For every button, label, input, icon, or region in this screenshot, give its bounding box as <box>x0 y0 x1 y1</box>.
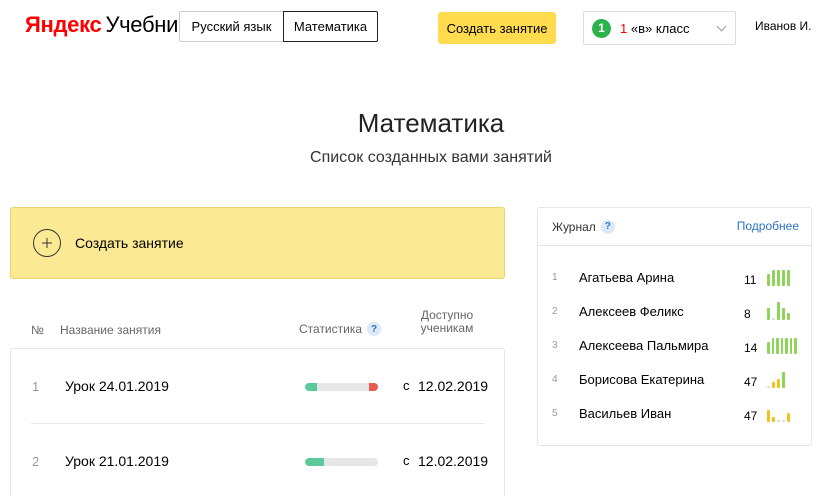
student-progress-bars <box>767 400 797 422</box>
progress-bar-mark <box>767 308 770 320</box>
lesson-row[interactable]: 1 Урок 24.01.2019 с 12.02.2019 <box>11 349 504 424</box>
column-header-stats-label: Статистика <box>299 322 363 336</box>
column-header-stats: Статистика ? <box>299 322 382 336</box>
progress-bar-mark <box>767 386 770 388</box>
plus-icon <box>33 229 61 257</box>
student-name: Борисова Екатерина <box>579 372 705 387</box>
tab-math[interactable]: Математика <box>283 11 378 42</box>
logo-brand: Яндекс <box>25 12 102 37</box>
progress-bar-mark <box>767 342 770 354</box>
page-title: Математика <box>357 108 505 138</box>
column-header-number: № <box>31 323 44 337</box>
progress-bar-mark <box>782 270 785 286</box>
logo-product: Учебник <box>105 12 188 37</box>
journal-student-row[interactable]: 2 Алексеев Феликс 8 <box>538 298 811 328</box>
student-score: 47 <box>744 375 758 389</box>
column-header-available-line2: ученикам <box>420 321 474 335</box>
student-name: Алексеев Феликс <box>579 304 684 319</box>
progress-bar-mark <box>777 270 780 286</box>
lesson-stats-bar <box>305 458 378 466</box>
student-score: 11 <box>744 273 757 287</box>
column-header-available: Доступно ученикам <box>416 309 478 335</box>
lesson-available-date: 12.02.2019 <box>418 378 489 394</box>
progress-bar-mark <box>787 270 790 286</box>
progress-bar-mark <box>772 417 775 422</box>
create-lesson-card[interactable]: Создать занятие <box>10 207 505 279</box>
progress-bar-mark <box>789 338 793 354</box>
student-name: Алексеева Пальмира <box>579 338 709 353</box>
user-name[interactable]: Иванов И. <box>755 19 812 33</box>
lesson-stats-wrong <box>369 383 378 391</box>
journal-more-link[interactable]: Подробнее <box>737 219 799 233</box>
create-lesson-button[interactable]: Создать занятие <box>438 12 556 44</box>
lesson-stats-correct <box>305 383 317 391</box>
student-progress-bars <box>767 298 797 320</box>
student-progress-bars <box>767 366 797 388</box>
lesson-stats-bar <box>305 383 378 391</box>
subject-tabs: Русский язык Математика <box>179 11 378 42</box>
student-progress-bars <box>767 332 798 354</box>
student-score: 14 <box>744 341 758 355</box>
class-letter: «в» класс <box>627 20 690 36</box>
progress-bar-mark <box>772 382 775 388</box>
lesson-number: 1 <box>32 379 40 394</box>
tab-russian[interactable]: Русский язык <box>179 11 283 42</box>
logo[interactable]: Яндекс Учебник <box>25 12 188 38</box>
progress-bar-mark <box>776 338 779 354</box>
progress-bar-mark <box>772 318 775 320</box>
help-icon[interactable]: ? <box>600 219 615 234</box>
student-number: 2 <box>552 306 558 317</box>
progress-bar-mark <box>771 338 775 354</box>
class-badge: 1 <box>592 18 611 38</box>
journal-panel: Журнал ? Подробнее 1 Агатьева Арина 11 2 Але… <box>537 207 812 446</box>
student-score: 47 <box>744 409 758 423</box>
column-header-name: Название занятия <box>60 323 161 337</box>
lesson-available-prefix: с <box>403 453 410 468</box>
student-score: 8 <box>744 307 751 321</box>
student-name: Васильев Иван <box>579 406 672 421</box>
progress-bar-mark <box>780 338 784 354</box>
progress-bar-mark <box>767 274 770 286</box>
progress-bar-mark <box>777 379 780 388</box>
progress-bar-mark <box>777 302 780 320</box>
progress-bar-mark <box>782 420 785 422</box>
student-number: 1 <box>552 272 558 283</box>
student-number: 3 <box>552 340 558 351</box>
student-name: Агатьева Арина <box>579 270 675 285</box>
journal-student-row[interactable]: 1 Агатьева Арина 11 <box>538 264 811 294</box>
journal-student-row[interactable]: 3 Алексеева Пальмира 14 <box>538 332 811 362</box>
page-subtitle: Список созданных вами занятий <box>310 149 552 166</box>
progress-bar-mark <box>794 338 798 354</box>
class-select[interactable]: 1 1 «в» класс <box>583 11 736 45</box>
lesson-name: Урок 24.01.2019 <box>65 378 169 394</box>
lesson-stats-correct <box>305 458 324 466</box>
progress-bar-mark <box>767 410 770 422</box>
lesson-number: 2 <box>32 454 40 469</box>
lesson-row[interactable]: 2 Урок 21.01.2019 с 12.02.2019 <box>11 424 504 496</box>
create-lesson-card-label: Создать занятие <box>75 235 184 251</box>
lesson-available-prefix: с <box>403 378 410 393</box>
student-number: 5 <box>552 408 558 419</box>
progress-bar-mark <box>782 308 785 320</box>
lesson-available-date: 12.02.2019 <box>418 453 489 469</box>
progress-bar-mark <box>785 338 788 354</box>
progress-bar-mark <box>782 372 785 388</box>
journal-title: Журнал <box>552 219 596 234</box>
lesson-name: Урок 21.01.2019 <box>65 453 169 469</box>
progress-bar-mark <box>787 313 790 320</box>
journal-header: Журнал ? Подробнее <box>538 208 811 246</box>
lessons-list: 1 Урок 24.01.2019 с 12.02.2019 2 Урок 21… <box>10 348 505 496</box>
journal-student-row[interactable]: 5 Васильев Иван 47 <box>538 400 811 430</box>
help-icon[interactable]: ? <box>367 322 382 336</box>
student-progress-bars <box>767 264 797 286</box>
progress-bar-mark <box>777 420 780 422</box>
chevron-down-icon <box>716 21 727 32</box>
class-name: 1 «в» класс <box>620 21 689 36</box>
progress-bar-mark <box>772 270 775 286</box>
journal-student-row[interactable]: 4 Борисова Екатерина 47 <box>538 366 811 396</box>
progress-bar-mark <box>787 413 790 422</box>
student-number: 4 <box>552 374 558 385</box>
